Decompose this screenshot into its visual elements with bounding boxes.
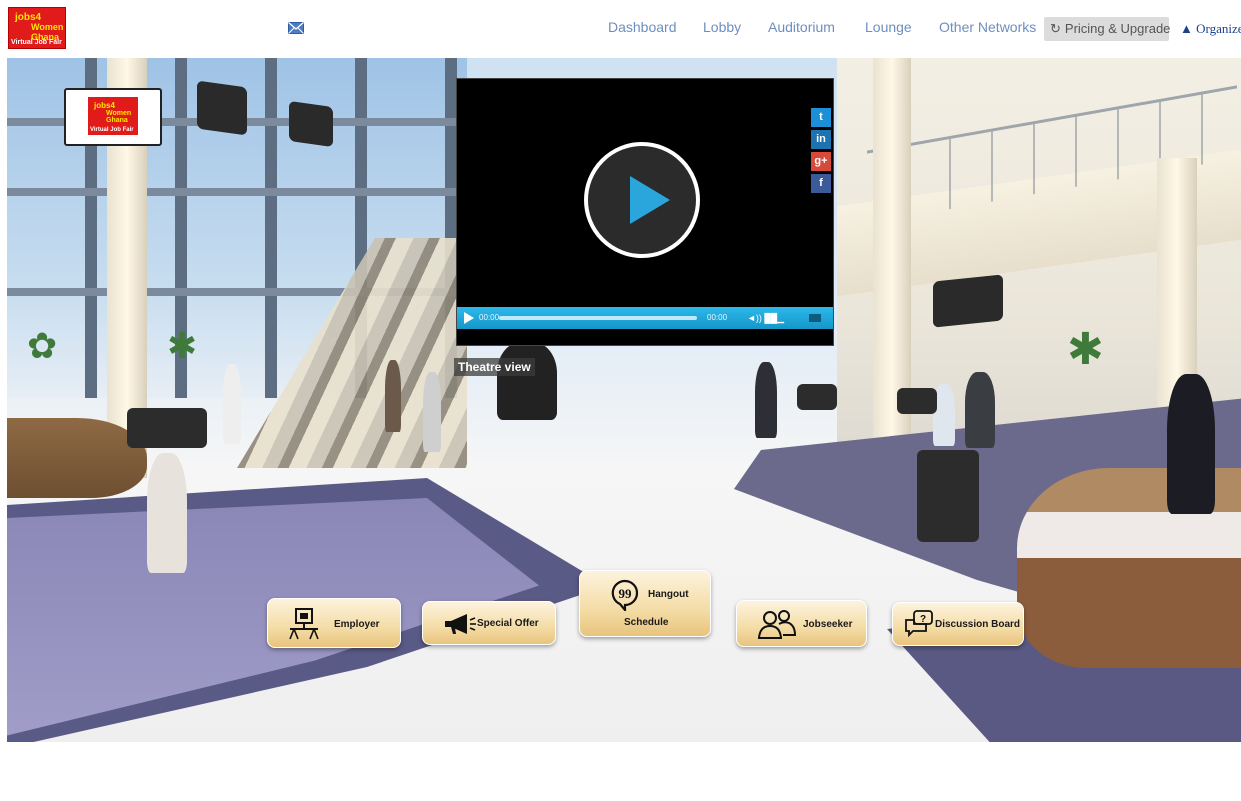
envelope-icon[interactable] [288, 22, 304, 34]
hangout-schedule-button[interactable]: 99 Hangout Schedule [579, 570, 711, 637]
logo-text-line3: Virtual Job Fair [11, 39, 62, 46]
volume-icon[interactable]: ◄)) ██▁ [747, 313, 784, 324]
nav-auditorium[interactable]: Auditorium [768, 19, 835, 35]
jobseeker-label: Jobseeker [803, 619, 853, 630]
play-pause-button[interactable] [464, 312, 474, 324]
discussion-icon: ? [905, 610, 933, 637]
video-player[interactable]: t in g+ f 00:00 00:00 ◄)) ██▁ [456, 78, 834, 346]
plant: ✱ [1067, 325, 1104, 374]
users-icon [757, 610, 797, 639]
visitor [223, 364, 241, 444]
pricing-upgrade-label: Pricing & Upgrade [1064, 21, 1171, 36]
lounge-seat [797, 384, 837, 410]
nav-lounge[interactable]: Lounge [865, 19, 912, 35]
employer-label: Employer [334, 619, 380, 630]
plant: ✿ [27, 325, 58, 366]
lounge-sofa [127, 408, 207, 448]
office-chair [917, 450, 979, 542]
linkedin-icon[interactable]: in [811, 130, 831, 149]
organizer-menu[interactable]: ▲ Organizer [1180, 21, 1241, 37]
theatre-view-label[interactable]: Theatre view [454, 358, 535, 376]
nav-dashboard[interactable]: Dashboard [608, 19, 677, 35]
jobs4women-logo[interactable]: jobs4 Women Ghana Virtual Job Fair [8, 7, 66, 49]
visitor [423, 372, 441, 452]
planter [7, 418, 147, 498]
receptionist [1167, 374, 1215, 514]
duration: 00:00 [707, 313, 728, 322]
hangout-label: Hangout [648, 589, 689, 600]
megaphone-icon [445, 614, 476, 634]
event-logo-board[interactable]: jobs4 Women Ghana Virtual Job Fair [64, 88, 162, 146]
visitor-group [497, 342, 557, 420]
booth-icon [289, 608, 319, 640]
employer-button[interactable]: Employer [267, 598, 401, 648]
svg-text:99: 99 [619, 586, 633, 601]
wall-screen [197, 80, 247, 136]
wall-screen [933, 274, 1003, 328]
twitter-icon[interactable]: t [811, 108, 831, 127]
nav-lobby[interactable]: Lobby [703, 19, 741, 35]
play-icon [630, 176, 670, 224]
facebook-icon[interactable]: f [811, 174, 831, 193]
pricing-upgrade-button[interactable]: ↻ Pricing & Upgrade [1044, 17, 1171, 41]
board-logo-line1: jobs4 [94, 101, 115, 110]
big-play-button[interactable] [584, 142, 700, 258]
board-logo-line2: Women Ghana [106, 110, 132, 124]
visitor [385, 360, 401, 432]
pillar [873, 58, 911, 478]
google-plus-icon[interactable]: g+ [811, 152, 831, 171]
visitor-seated [147, 453, 187, 573]
hangouts-icon: 99 [611, 579, 639, 611]
fullscreen-button[interactable] [809, 314, 821, 322]
video-control-bar: 00:00 00:00 ◄)) ██▁ [457, 307, 833, 329]
visitor [965, 372, 995, 448]
schedule-label: Schedule [624, 617, 669, 628]
lounge-seat [897, 388, 937, 414]
event-logo: jobs4 Women Ghana Virtual Job Fair [88, 97, 138, 135]
refresh-icon: ↻ [1050, 21, 1061, 36]
wall-screen [289, 100, 333, 148]
jobseeker-button[interactable]: Jobseeker [736, 600, 867, 647]
user-icon: ▲ [1180, 21, 1193, 36]
current-time: 00:00 [479, 313, 500, 322]
top-navigation-bar: jobs4 Women Ghana Virtual Job Fair Dashb… [0, 0, 1241, 56]
discussion-board-label: Discussion Board [935, 619, 1021, 630]
plant: ✱ [167, 325, 198, 366]
seek-bar[interactable] [499, 316, 697, 320]
nav-other-networks[interactable]: Other Networks [939, 19, 1036, 35]
discussion-board-button[interactable]: ? Discussion Board [892, 602, 1024, 646]
board-logo-line3: Virtual Job Fair [90, 127, 134, 133]
special-offer-button[interactable]: Special Offer [422, 601, 556, 645]
organizer-label: Organizer [1196, 21, 1241, 36]
window-beam [7, 188, 467, 196]
visitor [755, 362, 777, 438]
special-offer-label: Special Offer [477, 618, 539, 629]
